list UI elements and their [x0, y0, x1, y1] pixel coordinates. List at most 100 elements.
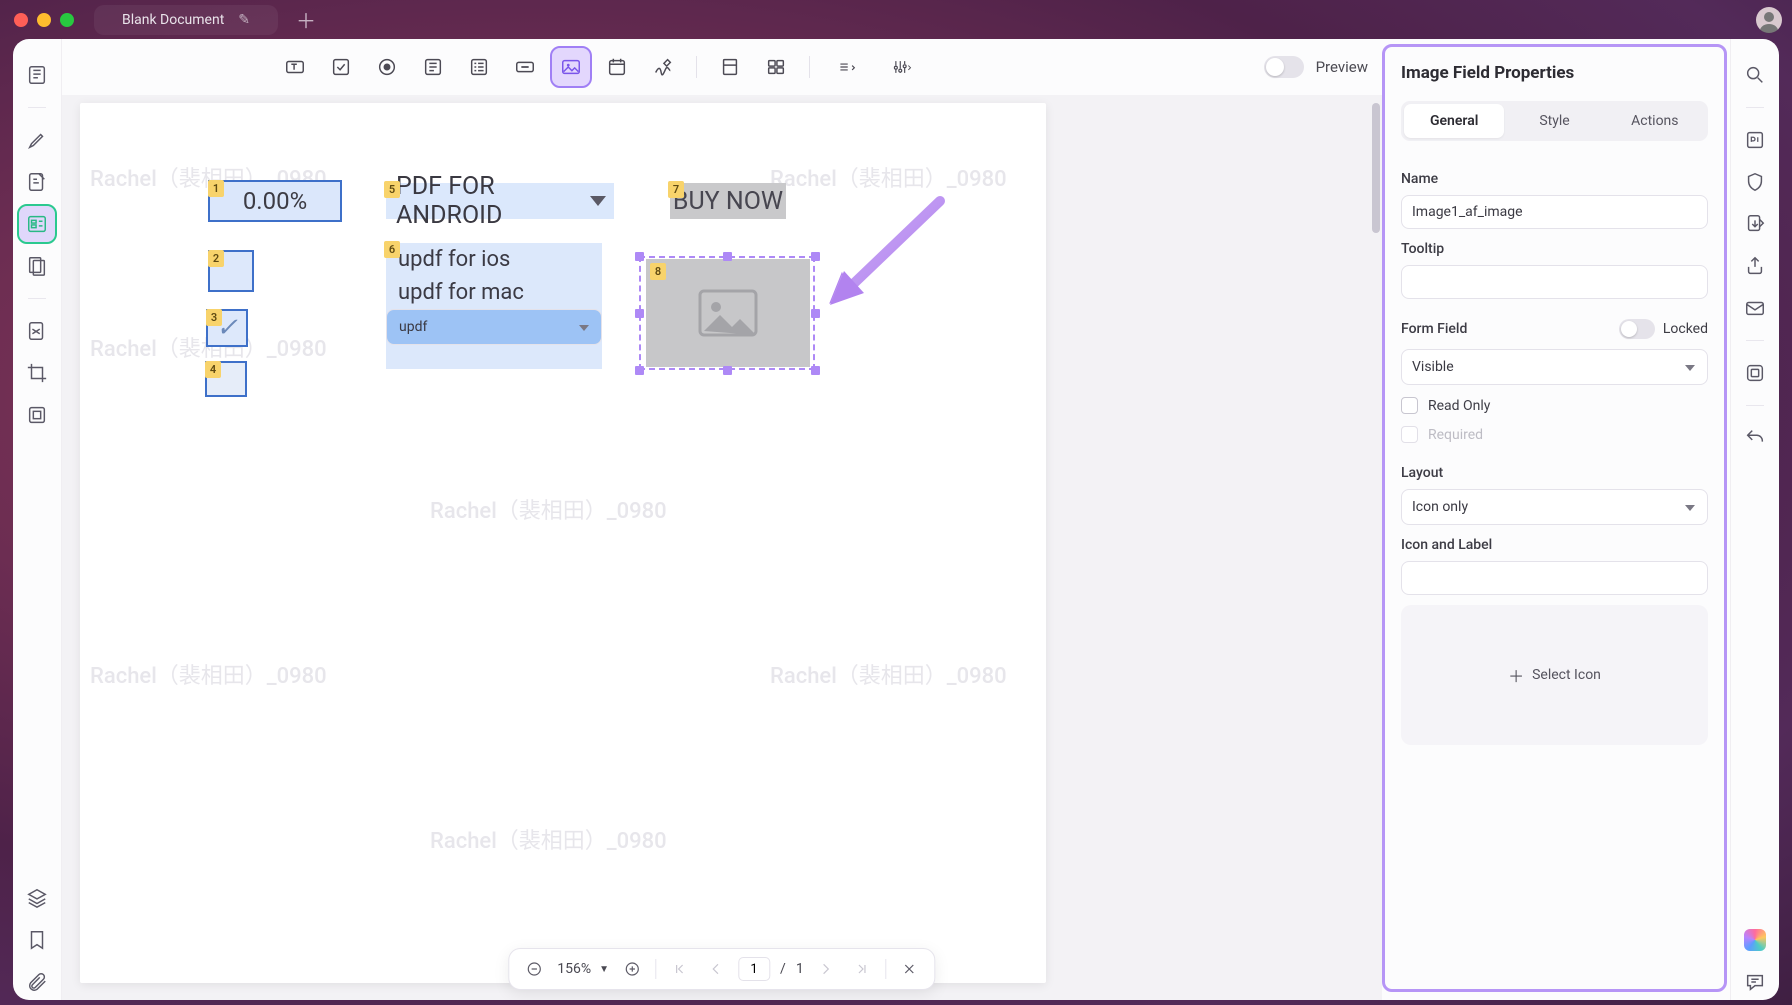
dropdown-5[interactable]: 5 PDF FOR ANDROID — [386, 183, 614, 219]
close-toolbar-button[interactable] — [897, 956, 923, 982]
first-page-button[interactable] — [666, 956, 692, 982]
tooltip-label: Tooltip — [1401, 241, 1708, 257]
crop-icon[interactable] — [19, 355, 55, 391]
protect-icon[interactable] — [1737, 164, 1773, 200]
panel-title: Image Field Properties — [1401, 63, 1708, 83]
resize-handle[interactable] — [723, 252, 732, 261]
maximize-window-icon[interactable] — [60, 13, 74, 27]
tab-general[interactable]: General — [1404, 104, 1504, 138]
resize-handle[interactable] — [811, 309, 820, 318]
edit-text-icon[interactable] — [19, 164, 55, 200]
document-page[interactable]: Rachel（裴相田）_0980 Rachel（裴相田）_0980 Rachel… — [80, 103, 1046, 983]
properties-panel: Image Field Properties General Style Act… — [1382, 44, 1727, 992]
ocr-icon[interactable] — [1737, 122, 1773, 158]
listbox-6[interactable]: 6 updf for ios updf for mac updf — [386, 243, 602, 369]
button-7[interactable]: 7 BUY NOW — [670, 183, 786, 219]
reader-mode-icon[interactable] — [19, 57, 55, 93]
text-field-tool[interactable] — [276, 48, 314, 86]
export-icon[interactable] — [1737, 206, 1773, 242]
next-page-button[interactable] — [814, 956, 840, 982]
locked-toggle[interactable] — [1619, 319, 1655, 339]
radio-tool[interactable] — [368, 48, 406, 86]
iconlabel-input[interactable] — [1401, 561, 1708, 595]
form-tool-icon[interactable] — [19, 206, 55, 242]
readonly-checkbox[interactable]: Read Only — [1401, 397, 1708, 414]
order-tool[interactable] — [824, 48, 870, 86]
comment-icon[interactable] — [1737, 964, 1773, 1000]
resize-handle[interactable] — [635, 252, 644, 261]
minimize-window-icon[interactable] — [37, 13, 51, 27]
distribute-tool[interactable] — [757, 48, 795, 86]
required-label: Required — [1428, 427, 1483, 443]
field-badge: 5 — [384, 181, 400, 198]
dropdown-tool[interactable] — [414, 48, 452, 86]
prev-page-button[interactable] — [702, 956, 728, 982]
compress-icon[interactable] — [19, 397, 55, 433]
list-item[interactable]: updf for mac — [386, 276, 602, 309]
redact-icon[interactable] — [19, 313, 55, 349]
tab-style[interactable]: Style — [1504, 104, 1604, 138]
right-rail — [1730, 39, 1779, 1000]
close-window-icon[interactable] — [14, 13, 28, 27]
chevron-down-icon — [590, 196, 606, 206]
canvas-area[interactable]: Rachel（裴相田）_0980 Rachel（裴相田）_0980 Rachel… — [62, 95, 1382, 1000]
zoom-out-button[interactable] — [521, 956, 547, 982]
name-input[interactable] — [1401, 195, 1708, 229]
page-input[interactable] — [738, 957, 770, 981]
field-badge: 1 — [208, 180, 224, 197]
list-item[interactable]: updf — [386, 309, 602, 345]
checkbox-4[interactable]: 4 — [205, 361, 247, 397]
date-field-tool[interactable] — [598, 48, 636, 86]
scrollbar-thumb[interactable] — [1372, 103, 1380, 233]
form-settings-tool[interactable] — [878, 48, 924, 86]
preview-toggle[interactable] — [1264, 56, 1304, 78]
zoom-in-button[interactable] — [619, 956, 645, 982]
resize-handle[interactable] — [811, 366, 820, 375]
document-tab[interactable]: Blank Document ✎ — [94, 5, 278, 35]
tab-actions[interactable]: Actions — [1605, 104, 1705, 138]
resize-handle[interactable] — [635, 366, 644, 375]
checkbox-2[interactable]: 2 — [208, 250, 254, 292]
rename-icon[interactable]: ✎ — [238, 12, 250, 28]
bookmark-icon[interactable] — [19, 922, 55, 958]
email-icon[interactable] — [1737, 290, 1773, 326]
vertical-scrollbar[interactable] — [1370, 103, 1380, 983]
image-field-tool[interactable] — [552, 48, 590, 86]
share-icon[interactable] — [1737, 248, 1773, 284]
checkbox-tool[interactable] — [322, 48, 360, 86]
add-tab-button[interactable]: ＋ — [296, 5, 316, 34]
watermark: Rachel（裴相田）_0980 — [90, 658, 327, 690]
attachment-icon[interactable] — [19, 964, 55, 1000]
batch-icon[interactable] — [1737, 355, 1773, 391]
field-badge: 4 — [205, 361, 221, 378]
watermark: Rachel（裴相田）_0980 — [430, 823, 667, 855]
resize-handle[interactable] — [723, 366, 732, 375]
highlighter-icon[interactable] — [19, 122, 55, 158]
search-icon[interactable] — [1737, 57, 1773, 93]
resize-handle[interactable] — [811, 252, 820, 261]
last-page-button[interactable] — [850, 956, 876, 982]
select-icon-dropzone[interactable]: ＋ Select Icon — [1401, 605, 1708, 745]
image-field-8[interactable]: 8 — [646, 259, 810, 367]
checkbox-3[interactable]: 3 — [206, 309, 248, 347]
resize-handle[interactable] — [635, 309, 644, 318]
list-item[interactable]: updf for ios — [386, 243, 602, 276]
button-tool[interactable] — [506, 48, 544, 86]
ai-assistant-icon[interactable] — [1737, 922, 1773, 958]
annotation-arrow — [820, 193, 950, 313]
field-badge: 8 — [650, 263, 666, 280]
text-field-1[interactable]: 1 0.00% — [208, 180, 342, 222]
zoom-dropdown[interactable]: 156%▼ — [557, 961, 609, 977]
signature-tool[interactable] — [644, 48, 682, 86]
align-tool[interactable] — [711, 48, 749, 86]
layers-icon[interactable] — [19, 880, 55, 916]
page-organize-icon[interactable] — [19, 248, 55, 284]
layout-select[interactable]: Icon only — [1401, 489, 1708, 525]
visibility-value: Visible — [1412, 359, 1454, 375]
listbox-tool[interactable] — [460, 48, 498, 86]
user-avatar[interactable] — [1756, 7, 1782, 33]
watermark: Rachel（裴相田）_0980 — [430, 493, 667, 525]
undo-icon[interactable] — [1737, 420, 1773, 456]
tooltip-input[interactable] — [1401, 265, 1708, 299]
visibility-select[interactable]: Visible — [1401, 349, 1708, 385]
